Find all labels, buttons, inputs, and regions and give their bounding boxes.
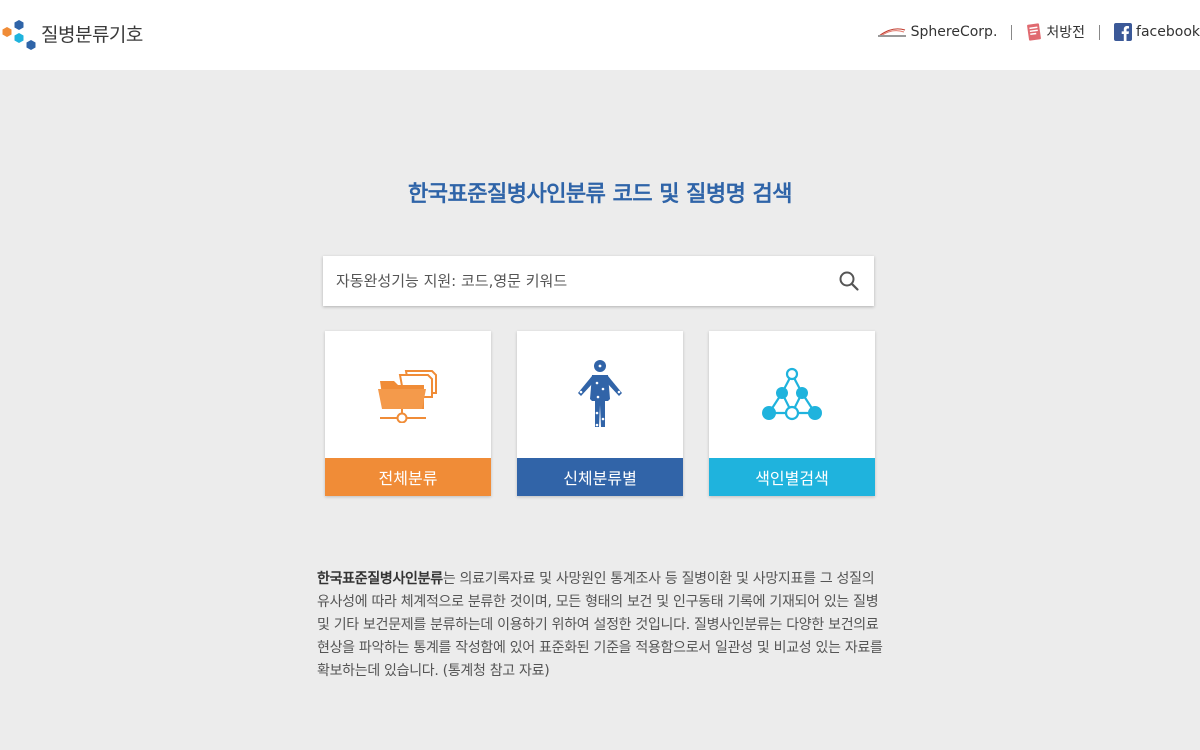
nav-prescription-label: 처방전 xyxy=(1046,25,1086,41)
card-label: 전체분류 xyxy=(325,458,491,496)
tree-nodes-icon xyxy=(762,367,822,420)
card-art xyxy=(325,331,491,458)
human-body-icon xyxy=(578,359,622,427)
nav-spherecorp-link[interactable]: SphereCorp. xyxy=(877,24,998,40)
nav-facebook-label: facebook xyxy=(1136,24,1200,40)
card-index-search[interactable]: 색인별검색 xyxy=(709,331,875,496)
description-text: 한국표준질병사인분류는 의료기록자료 및 사망원인 통계조사 등 질병이환 및 … xyxy=(317,568,885,683)
nav-facebook-link[interactable]: facebook xyxy=(1114,23,1200,41)
description-bold-term: 한국표준질병사인분류 xyxy=(317,571,443,587)
card-label: 색인별검색 xyxy=(709,458,875,496)
hexagon-logo-icon xyxy=(2,20,36,50)
logo-text: 질병분류기호 xyxy=(41,23,143,46)
card-all-categories[interactable]: 전체분류 xyxy=(325,331,491,496)
search-box xyxy=(323,256,874,306)
site-logo[interactable]: 질병분류기호 xyxy=(0,13,143,53)
nav-divider xyxy=(1099,24,1101,40)
page-title: 한국표준질병사인분류 코드 및 질병명 검색 xyxy=(408,182,792,207)
nav-prescription-link[interactable]: 처방전 xyxy=(1026,22,1085,42)
folder-network-icon xyxy=(378,369,437,423)
search-input[interactable] xyxy=(323,256,823,306)
spherecorp-logo-icon xyxy=(877,28,906,37)
header: 질병분류기호 SphereCorp. 처방전 facebook xyxy=(0,0,1200,70)
card-art xyxy=(517,331,683,458)
top-nav: SphereCorp. 처방전 facebook xyxy=(877,22,1200,42)
description-body: 는 의료기록자료 및 사망원인 통계조사 등 질병이환 및 사망지표를 그 성질… xyxy=(317,571,883,679)
card-art xyxy=(709,331,875,458)
prescription-icon xyxy=(1027,23,1042,41)
nav-divider xyxy=(1011,24,1013,40)
search-icon[interactable] xyxy=(838,270,860,292)
facebook-icon xyxy=(1114,23,1133,41)
card-label: 신체분류별 xyxy=(517,458,683,496)
nav-spherecorp-label: SphereCorp. xyxy=(910,24,998,40)
card-body-categories[interactable]: 신체분류별 xyxy=(517,331,683,496)
